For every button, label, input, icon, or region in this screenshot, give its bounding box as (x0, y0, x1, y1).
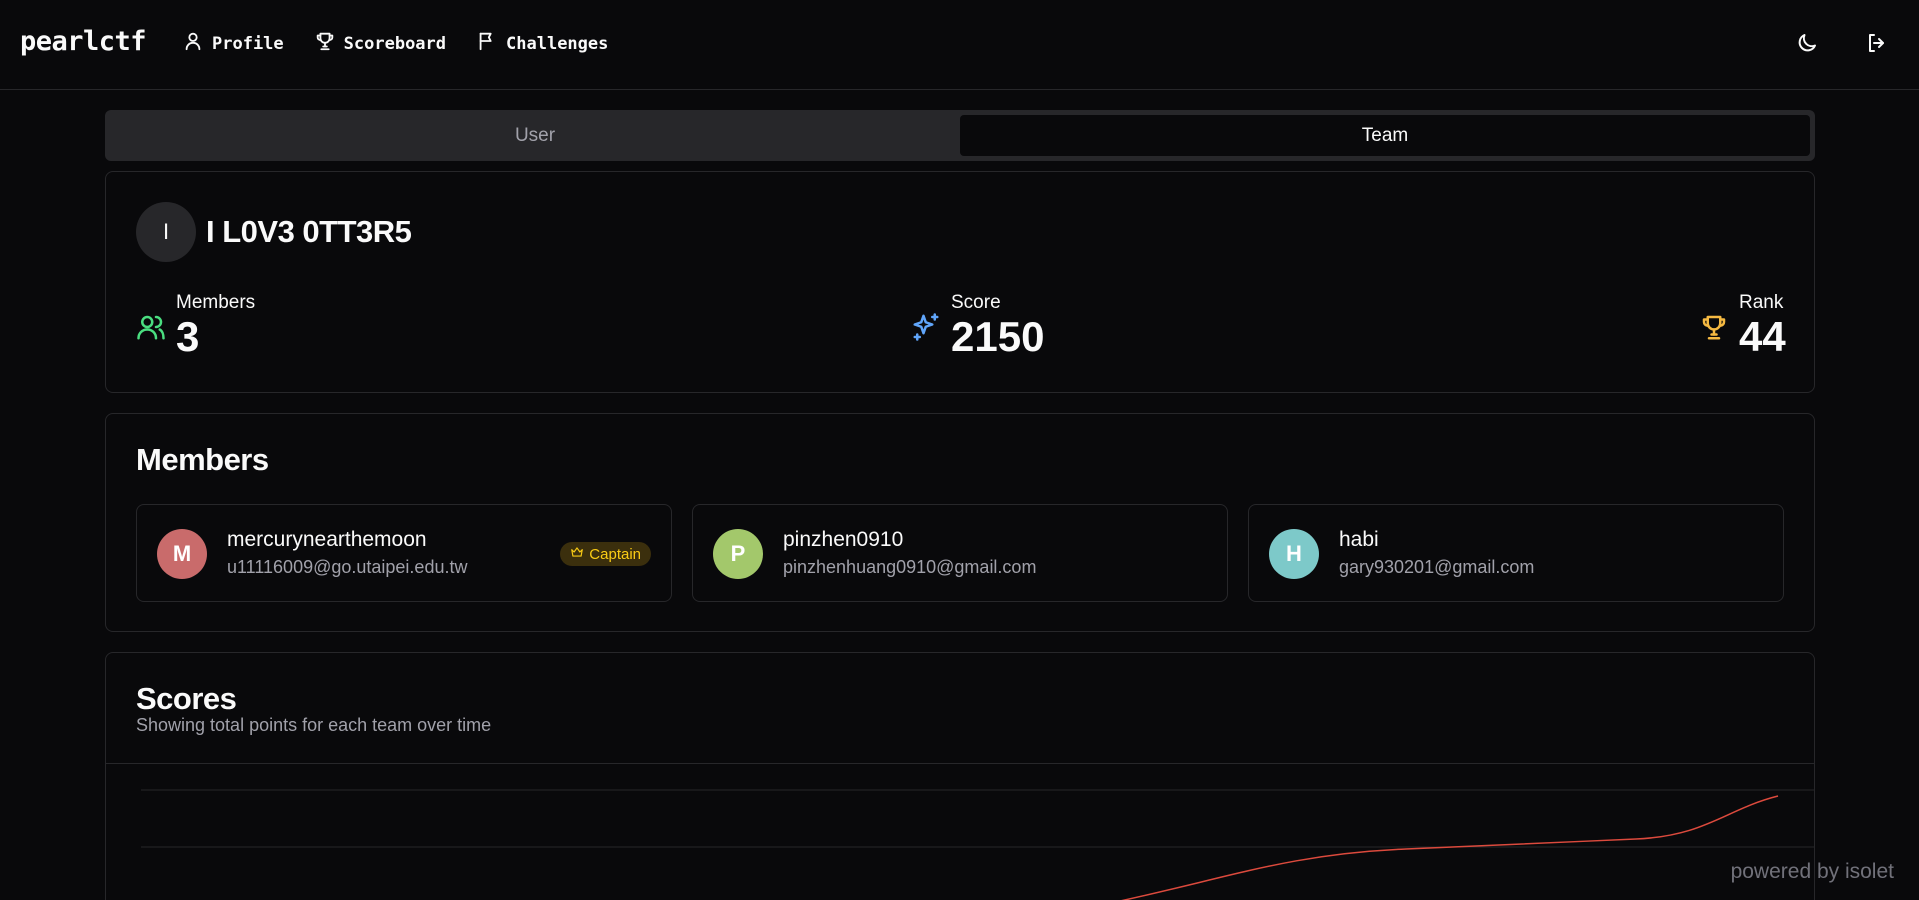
profile-tabs: User Team (105, 110, 1815, 161)
member-card: H habi gary930201@gmail.com (1248, 504, 1784, 602)
score-value: 2150 (951, 313, 1045, 360)
nav-challenges-label: Challenges (506, 33, 609, 54)
members-value: 3 (176, 313, 200, 360)
powered-by-text: powered by isolet (1730, 860, 1894, 883)
members-label: Members (176, 292, 256, 313)
crown-icon (570, 545, 584, 563)
logout-icon[interactable] (1865, 31, 1889, 55)
sparkles-icon (911, 292, 941, 347)
member-name: habi (1339, 528, 1379, 551)
avatar: P (713, 529, 763, 579)
rank-label: Rank (1739, 292, 1784, 313)
scores-subtitle: Showing total points for each team over … (136, 715, 492, 735)
trophy-icon (1699, 292, 1729, 347)
member-email: pinzhenhuang0910@gmail.com (783, 557, 1037, 577)
team-avatar: I (136, 202, 196, 262)
member-name: pinzhen0910 (783, 528, 904, 551)
nav-profile[interactable]: Profile (182, 30, 284, 57)
member-card: P pinzhen0910 pinzhenhuang0910@gmail.com (692, 504, 1228, 602)
avatar: M (157, 529, 207, 579)
team-summary-card: I I L0V3 0TT3R5 Members 3 Score 2150 Ran… (105, 171, 1815, 393)
members-card: Members M mercurynearthemoon u11116009@g… (105, 413, 1815, 632)
tab-user[interactable]: User (110, 115, 960, 156)
captain-label: Captain (589, 545, 641, 563)
nav-scoreboard-label: Scoreboard (343, 33, 447, 54)
member-card: M mercurynearthemoon u11116009@go.utaipe… (136, 504, 672, 602)
members-title: Members (136, 442, 269, 477)
score-chart (141, 789, 1814, 900)
nav-profile-label: Profile (212, 33, 284, 54)
score-label: Score (951, 292, 1001, 313)
stat-members: Members 3 (136, 292, 255, 358)
member-email: gary930201@gmail.com (1339, 557, 1535, 577)
main-nav: Profile Scoreboard Challenges (182, 30, 638, 57)
team-name: I L0V3 0TT3R5 (206, 214, 412, 249)
users-icon (136, 292, 166, 347)
member-email: u11116009@go.utaipei.edu.tw (227, 557, 468, 577)
trophy-icon (314, 30, 336, 57)
flag-icon (476, 30, 498, 57)
avatar: H (1269, 529, 1319, 579)
rank-value: 44 (1739, 313, 1786, 360)
score-line (1121, 795, 1779, 900)
top-actions (1795, 31, 1889, 55)
nav-scoreboard[interactable]: Scoreboard (314, 30, 446, 57)
user-icon (182, 30, 204, 57)
moon-icon[interactable] (1795, 31, 1819, 55)
scores-card: Scores Showing total points for each tea… (105, 652, 1815, 900)
member-name: mercurynearthemoon (227, 528, 427, 551)
tab-team[interactable]: Team (960, 115, 1810, 156)
nav-challenges[interactable]: Challenges (476, 30, 608, 57)
scores-title: Scores (136, 681, 237, 716)
brand-logo[interactable]: pearlctf (20, 26, 147, 57)
top-navbar: pearlctf Profile Scoreboard Challenges (0, 0, 1919, 90)
captain-badge: Captain (560, 542, 651, 566)
stat-score: Score 2150 (911, 292, 1044, 358)
stat-rank: Rank 44 (1699, 292, 1786, 358)
